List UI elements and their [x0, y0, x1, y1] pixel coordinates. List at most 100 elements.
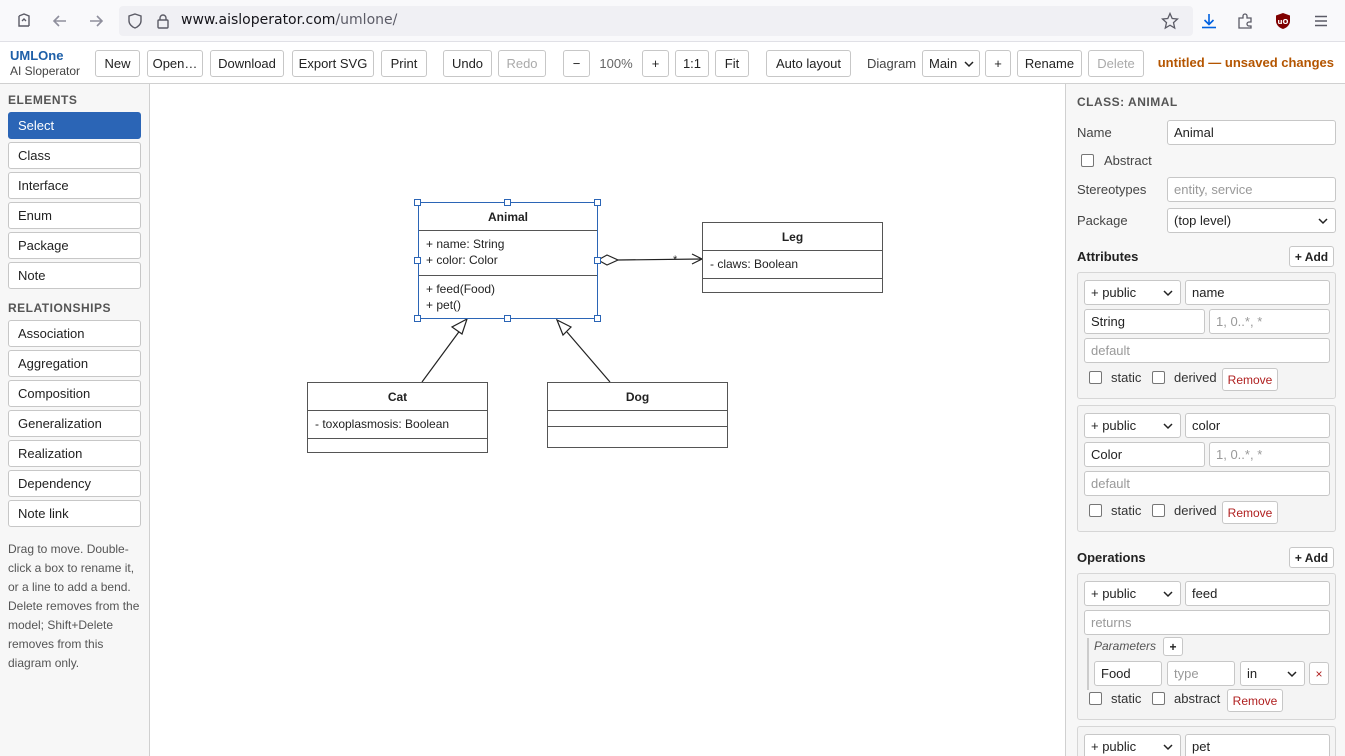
downloads-icon[interactable] [1197, 9, 1221, 33]
static-checkbox[interactable] [1089, 692, 1102, 705]
multiplicity-input[interactable]: 1, 0..*, * [1209, 309, 1330, 334]
diagram-select[interactable]: Main [922, 50, 980, 77]
resize-handle[interactable] [594, 315, 601, 322]
tool-generalization[interactable]: Generalization [8, 410, 141, 437]
chevron-down-icon [964, 61, 974, 68]
parameter-name-input[interactable]: Food [1094, 661, 1162, 686]
resize-handle[interactable] [414, 199, 421, 206]
parameter-type-input[interactable]: type [1167, 661, 1235, 686]
class-leg[interactable]: Leg - claws: Boolean [702, 222, 883, 293]
diagram-canvas[interactable]: * Animal + name: String + color: Color +… [150, 84, 1065, 756]
rename-diagram-button[interactable]: Rename [1017, 50, 1082, 77]
attribute-type-input[interactable]: String [1084, 309, 1205, 334]
resize-handle[interactable] [504, 315, 511, 322]
customize-toolbar-icon[interactable] [12, 9, 36, 33]
visibility-select[interactable]: + public [1084, 581, 1181, 606]
attribute-name-input[interactable]: name [1185, 280, 1330, 305]
url-path: /umlone/ [335, 12, 398, 28]
resize-handle[interactable] [594, 257, 601, 264]
resize-handle[interactable] [414, 257, 421, 264]
tool-composition[interactable]: Composition [8, 380, 141, 407]
open-button[interactable]: Open… [147, 50, 203, 77]
add-operation-button[interactable]: + Add [1289, 547, 1334, 568]
download-button[interactable]: Download [210, 50, 284, 77]
stereotypes-input[interactable]: entity, service [1167, 177, 1336, 202]
redo-button[interactable]: Redo [498, 50, 546, 77]
new-button[interactable]: New [95, 50, 140, 77]
static-checkbox[interactable] [1089, 371, 1102, 384]
derived-checkbox[interactable] [1152, 371, 1165, 384]
tool-note-link[interactable]: Note link [8, 500, 141, 527]
remove-parameter-button[interactable]: × [1309, 662, 1329, 685]
tool-realization[interactable]: Realization [8, 440, 141, 467]
class-dog[interactable]: Dog [547, 382, 728, 448]
attribute: + name: String [426, 237, 505, 251]
tool-package[interactable]: Package [8, 232, 141, 259]
undo-button[interactable]: Undo [443, 50, 492, 77]
package-select[interactable]: (top level) [1167, 208, 1336, 233]
tool-interface[interactable]: Interface [8, 172, 141, 199]
attribute-type-input[interactable]: Color [1084, 442, 1205, 467]
attribute-name-input[interactable]: color [1185, 413, 1330, 438]
resize-handle[interactable] [504, 199, 511, 206]
export-svg-button[interactable]: Export SVG [292, 50, 374, 77]
tool-aggregation[interactable]: Aggregation [8, 350, 141, 377]
static-checkbox[interactable] [1089, 504, 1102, 517]
returns-input[interactable]: returns [1084, 610, 1330, 635]
abstract-op-checkbox[interactable] [1152, 692, 1165, 705]
class-animal[interactable]: Animal + name: String + color: Color + f… [418, 202, 598, 319]
visibility-select[interactable]: + public [1084, 734, 1181, 756]
tool-note[interactable]: Note [8, 262, 141, 289]
tool-class[interactable]: Class [8, 142, 141, 169]
visibility-select[interactable]: + public [1084, 413, 1181, 438]
class-name-input[interactable]: Animal [1167, 120, 1336, 145]
static-label: static [1111, 691, 1142, 706]
class-operations [548, 426, 727, 446]
extensions-icon[interactable] [1233, 9, 1257, 33]
attributes-heading: Attributes [1077, 249, 1139, 264]
generalization-line-dog[interactable] [555, 318, 611, 383]
tool-select[interactable]: Select [8, 112, 141, 139]
zoom-reset-button[interactable]: 1:1 [675, 50, 709, 77]
print-button[interactable]: Print [381, 50, 427, 77]
remove-operation-button[interactable]: Remove [1227, 689, 1283, 712]
bookmark-star-icon[interactable] [1158, 9, 1182, 33]
add-parameter-button[interactable]: + [1163, 637, 1183, 656]
aggregation-line[interactable] [596, 253, 704, 266]
abstract-checkbox[interactable] [1081, 154, 1094, 167]
resize-handle[interactable] [414, 315, 421, 322]
auto-layout-button[interactable]: Auto layout [766, 50, 851, 77]
visibility-value: + public [1091, 739, 1137, 754]
default-input[interactable]: default [1084, 471, 1330, 496]
tool-dependency[interactable]: Dependency [8, 470, 141, 497]
zoom-out-button[interactable]: − [563, 50, 590, 77]
add-attribute-button[interactable]: + Add [1289, 246, 1334, 267]
class-attributes: - claws: Boolean [703, 251, 882, 278]
menu-icon[interactable] [1309, 9, 1333, 33]
tracking-protection-icon[interactable] [123, 9, 147, 33]
default-input[interactable]: default [1084, 338, 1330, 363]
class-name: Leg [703, 223, 882, 251]
multiplicity-input[interactable]: 1, 0..*, * [1209, 442, 1330, 467]
tool-enum[interactable]: Enum [8, 202, 141, 229]
operation-name-input[interactable]: feed [1185, 581, 1330, 606]
visibility-select[interactable]: + public [1084, 280, 1181, 305]
parameter-direction-select[interactable]: in [1240, 661, 1305, 686]
generalization-line-cat[interactable] [421, 317, 469, 383]
delete-diagram-button[interactable]: Delete [1088, 50, 1144, 77]
zoom-in-button[interactable]: + [642, 50, 669, 77]
tool-association[interactable]: Association [8, 320, 141, 347]
operation-name-input[interactable]: pet [1185, 734, 1330, 756]
remove-attribute-button[interactable]: Remove [1222, 501, 1278, 524]
resize-handle[interactable] [594, 199, 601, 206]
remove-attribute-button[interactable]: Remove [1222, 368, 1278, 391]
lock-icon[interactable] [151, 9, 175, 33]
ublock-origin-icon[interactable]: uO [1271, 9, 1295, 33]
derived-label: derived [1174, 503, 1217, 518]
forward-icon[interactable] [84, 9, 108, 33]
class-cat[interactable]: Cat - toxoplasmosis: Boolean [307, 382, 488, 453]
derived-checkbox[interactable] [1152, 504, 1165, 517]
add-diagram-button[interactable]: + [985, 50, 1011, 77]
back-icon[interactable] [48, 9, 72, 33]
fit-button[interactable]: Fit [715, 50, 749, 77]
